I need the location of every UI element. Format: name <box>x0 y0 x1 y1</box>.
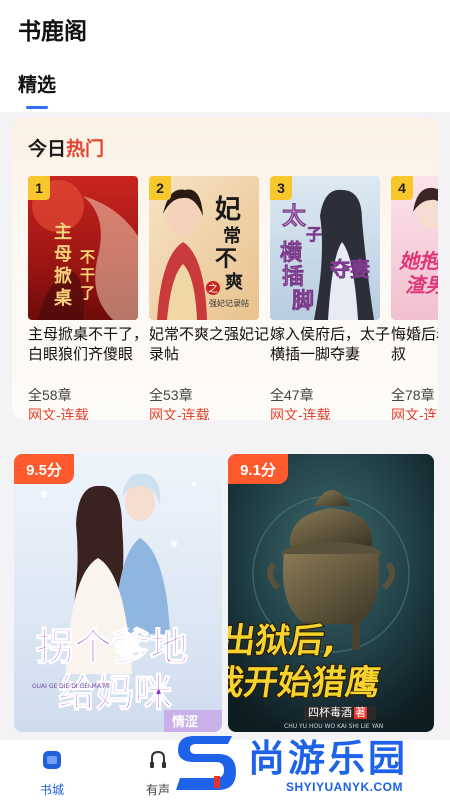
section-title-red: 热门 <box>66 139 105 160</box>
section-title: 今日热门 <box>28 134 104 161</box>
svg-text:给妈咪: 给妈咪 <box>58 670 172 715</box>
nav-item-audio[interactable]: 有声 <box>146 748 170 798</box>
watermark-url: SHYIYUANYK.COM <box>286 780 404 794</box>
watermark-logo: 尚游乐园 SHYIYUANYK.COM <box>174 726 450 800</box>
featured-cover-art: 出狱后, 我开始猎鹰 CHU YU HOU WO KAI SHI LIE YAN <box>228 454 434 732</box>
book-genre: 网文-连载 <box>391 407 438 420</box>
book-chapters: 全47章 <box>270 387 314 403</box>
svg-text:插: 插 <box>282 264 304 290</box>
nav-item-bookstore[interactable]: 书城 <box>40 748 64 798</box>
book-cover[interactable]: 主 母 掀 桌 不 干 了 1 <box>28 176 138 320</box>
svg-text:强妃记录帖: 强妃记录帖 <box>209 298 249 308</box>
rank-badge: 1 <box>28 176 50 200</box>
featured-cover-art: 拐个爹地 给妈咪 GUAI GE DIE DI GEI MA MI <box>14 454 222 732</box>
book-title[interactable]: 妃常不爽之强妃记录帖 <box>149 325 269 385</box>
score-badge: 9.5分 <box>14 454 74 484</box>
book-genre: 网文-连载 <box>149 407 210 420</box>
book-chapters: 全78章 <box>391 387 435 403</box>
svg-text:不: 不 <box>215 246 237 272</box>
svg-text:渣男: 渣男 <box>405 273 438 297</box>
book-title[interactable]: 悔婚后着孕肚男小叔 <box>391 325 438 385</box>
featured-book-card[interactable]: 拐个爹地 给妈咪 GUAI GE DIE DI GEI MA MI 情涩 9.5… <box>14 454 222 732</box>
rank-badge: 2 <box>149 176 171 200</box>
author-suffix: 著 <box>354 707 367 719</box>
hot-book-item[interactable]: 主 母 掀 桌 不 干 了 1 主母掀桌不干了，白眼狼们齐傻眼 全58章 网文-… <box>28 176 148 420</box>
watermark-s-icon <box>176 736 236 790</box>
svg-text:不: 不 <box>80 248 95 266</box>
svg-text:干: 干 <box>80 266 95 284</box>
bookstore-icon <box>40 748 64 777</box>
featured-author: 四杯毒酒著 <box>308 706 367 720</box>
book-cover[interactable]: 她抱 渣男 4 <box>391 176 438 320</box>
tab-active-indicator <box>26 106 48 109</box>
nav-label: 书城 <box>40 783 65 797</box>
watermark-accent <box>214 776 220 788</box>
svg-text:主: 主 <box>54 221 72 243</box>
audio-icon <box>146 748 170 777</box>
tab-bar: 精选 <box>18 70 56 109</box>
svg-text:常: 常 <box>223 225 241 247</box>
book-title[interactable]: 主母掀桌不干了，白眼狼们齐傻眼 <box>28 325 148 385</box>
watermark-text: 尚游乐园 <box>248 737 408 780</box>
svg-text:太: 太 <box>282 201 307 230</box>
app-title: 书鹿阁 <box>18 18 87 44</box>
book-chapters: 全58章 <box>28 387 72 403</box>
svg-text:我开始猎鹰: 我开始猎鹰 <box>228 663 383 703</box>
svg-text:她抱: 她抱 <box>399 249 438 273</box>
svg-text:出狱后,: 出狱后, <box>228 621 339 661</box>
today-hot-section: 今日热门 主 母 掀 桌 不 干 了 1 主母掀桌不干了，白眼狼们齐傻眼 全58… <box>12 118 438 420</box>
svg-text:拐个爹地: 拐个爹地 <box>36 624 188 669</box>
svg-text:GUAI GE DIE DI GEI MA MI: GUAI GE DIE DI GEI MA MI <box>32 683 110 690</box>
app-header: 书鹿阁 精选 <box>0 0 450 112</box>
svg-text:母: 母 <box>54 244 72 265</box>
featured-author-name: 四杯毒酒 <box>308 707 352 719</box>
svg-text:桌: 桌 <box>53 288 73 309</box>
book-cover[interactable]: 太 子 横 插 脚 夺妻 3 <box>270 176 380 320</box>
book-cover[interactable]: 妃 常 不 爽 之 强妃记录帖 2 <box>149 176 259 320</box>
book-genre: 网文-连载 <box>28 407 89 420</box>
hot-book-item[interactable]: 妃 常 不 爽 之 强妃记录帖 2 妃常不爽之强妃记录帖 全53章 网文-连载 <box>149 176 269 420</box>
nav-label: 有声 <box>146 783 171 797</box>
book-chapters: 全53章 <box>149 387 193 403</box>
featured-book-card[interactable]: 出狱后, 我开始猎鹰 CHU YU HOU WO KAI SHI LIE YAN… <box>228 454 434 732</box>
svg-text:爽: 爽 <box>225 272 243 293</box>
svg-text:之: 之 <box>208 282 218 295</box>
hot-book-item[interactable]: 太 子 横 插 脚 夺妻 3 嫁入侯府后，太子横插一脚夺妻 全47章 网文-连载 <box>270 176 390 420</box>
book-title[interactable]: 嫁入侯府后，太子横插一脚夺妻 <box>270 325 390 385</box>
svg-text:掀: 掀 <box>54 265 72 287</box>
tab-featured[interactable]: 精选 <box>18 70 56 97</box>
svg-text:妃: 妃 <box>215 194 241 225</box>
rank-badge: 4 <box>391 176 413 200</box>
book-genre: 网文-连载 <box>270 407 331 420</box>
rank-badge: 3 <box>270 176 292 200</box>
section-title-black: 今日 <box>28 139 67 160</box>
hot-book-item[interactable]: 她抱 渣男 4 悔婚后着孕肚男小叔 全78章 网文-连载 <box>391 176 438 420</box>
svg-text:横: 横 <box>280 240 302 266</box>
svg-text:夺妻: 夺妻 <box>329 257 370 281</box>
svg-text:脚: 脚 <box>292 288 314 314</box>
svg-text:子: 子 <box>306 225 322 244</box>
score-badge: 9.1分 <box>228 454 288 484</box>
svg-text:了: 了 <box>80 284 95 302</box>
